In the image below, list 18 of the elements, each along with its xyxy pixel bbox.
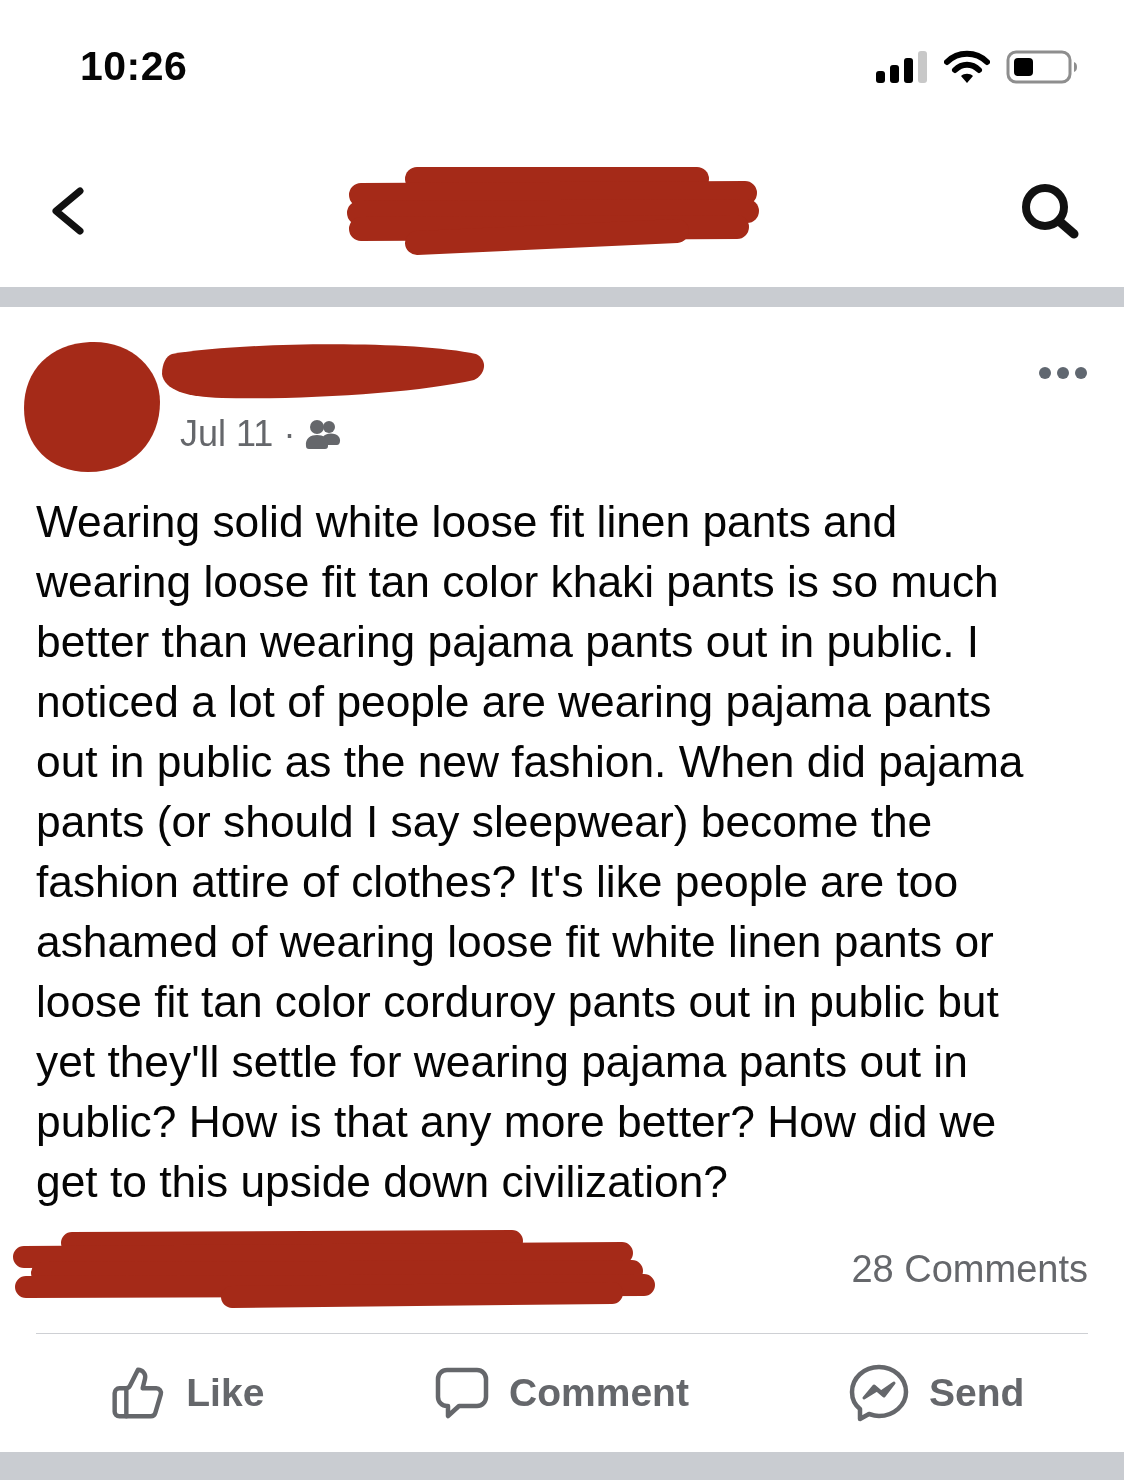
comment-button[interactable]: Comment xyxy=(429,1363,695,1423)
signal-bars-icon xyxy=(876,50,928,83)
status-time: 10:26 xyxy=(80,43,188,90)
more-dots-icon xyxy=(1038,366,1088,380)
post-text: Wearing solid white loose fit linen pants and wearing loose fit tan color khaki pants is so much better than wearing pajama pants out in public. I noticed a lot of people are wearing pajama pants out in public as the new fashion. When did pajama pants (or should I say sleepwear) become the fashion attire of clothes? It's like people are too ashamed of wearing loose fit white linen pants or loose fit tan color corduroy pants out in public but yet they'll settle for wearing pajama pants out in public? How is that any more better? How did we get to this upside down civilization? xyxy=(36,496,1025,1208)
battery-icon xyxy=(1006,49,1080,84)
send-button[interactable]: Send xyxy=(842,1360,1031,1426)
wifi-icon xyxy=(944,49,990,84)
speech-bubble-icon xyxy=(435,1367,490,1419)
friends-icon xyxy=(305,419,342,449)
messenger-icon xyxy=(848,1364,909,1422)
more-button[interactable] xyxy=(1038,366,1088,380)
like-button[interactable]: Like xyxy=(104,1361,271,1425)
post-date: Jul 11 xyxy=(180,413,274,455)
separator-dot: · xyxy=(283,413,296,455)
back-chevron-icon xyxy=(50,187,86,235)
back-button[interactable] xyxy=(50,187,86,235)
comments-count-link[interactable]: 28 Comments xyxy=(851,1247,1088,1291)
